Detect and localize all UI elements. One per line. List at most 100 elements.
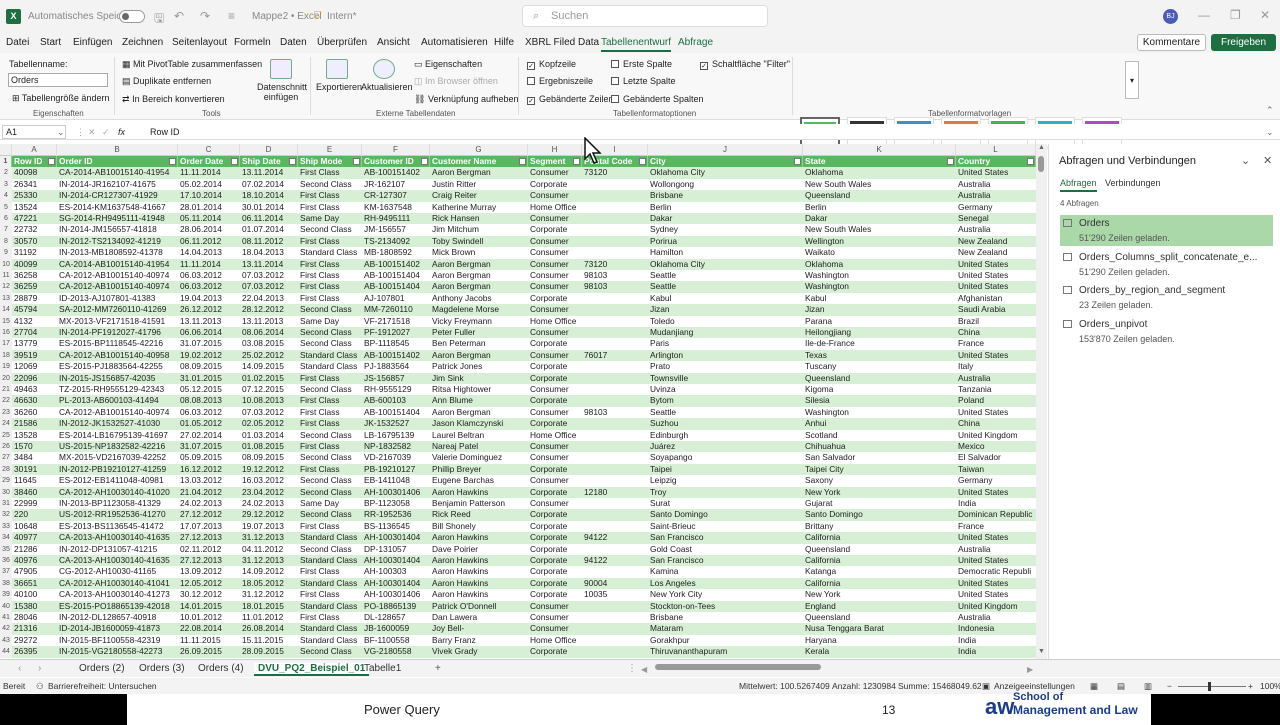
cell[interactable]: Dave Poirier — [430, 544, 528, 555]
header-cell[interactable]: Ship Mode — [298, 156, 362, 168]
accessibility-status[interactable]: Barrierefreiheit: Untersuchen — [48, 681, 157, 691]
cell[interactable]: 18.04.2013 — [240, 247, 298, 258]
cell[interactable]: 19.04.2013 — [178, 293, 240, 304]
slicer-icon[interactable] — [270, 59, 292, 79]
cell[interactable]: 14.09.2012 — [240, 566, 298, 577]
undo-icon[interactable]: ↶ — [174, 9, 184, 23]
row-number[interactable]: 1 — [0, 156, 12, 168]
cell[interactable]: 15380 — [12, 601, 57, 612]
query-item[interactable]: Orders_Columns_split_concatenate_e... 51'… — [1060, 249, 1273, 280]
cell[interactable] — [582, 327, 648, 338]
cell[interactable]: CG-2012-AH10030-41165 — [57, 566, 178, 577]
cell[interactable]: JS-156857 — [362, 373, 430, 384]
cell[interactable]: Ile-de-France — [803, 338, 956, 349]
cell[interactable] — [582, 601, 648, 612]
cell[interactable]: First Class — [298, 202, 362, 213]
cell[interactable]: 25.02.2012 — [240, 350, 298, 361]
cell[interactable]: Suzhou — [648, 418, 803, 429]
cell[interactable]: AH-100303 — [362, 566, 430, 577]
cell[interactable]: Surat — [648, 498, 803, 509]
cell[interactable] — [582, 213, 648, 224]
cell[interactable]: Vicky Freymann — [430, 316, 528, 327]
option-gebaenderte-zeilen[interactable]: ✓ Gebänderte Zeilen — [527, 94, 614, 105]
slicer-label[interactable]: Datenschnitt einfügen — [257, 82, 307, 102]
cell[interactable]: Corporate — [528, 224, 582, 235]
cell[interactable]: LB-16795139 — [362, 430, 430, 441]
add-sheet-icon[interactable]: + — [435, 663, 441, 674]
cell[interactable]: United States — [956, 350, 1036, 361]
cell[interactable]: 05.02.2014 — [178, 179, 240, 190]
cell[interactable]: EB-1411048 — [362, 475, 430, 486]
cell[interactable]: Second Class — [298, 384, 362, 395]
row-number[interactable]: 10 — [0, 258, 12, 270]
cell[interactable]: VG-2180558 — [362, 646, 430, 657]
cell[interactable]: 3484 — [12, 452, 57, 463]
cell[interactable] — [582, 338, 648, 349]
cell[interactable]: MB-1808592 — [362, 247, 430, 258]
cell[interactable]: Seattle — [648, 270, 803, 281]
zoom-in-icon[interactable]: + — [1248, 681, 1253, 691]
cell[interactable]: 06.03.2012 — [178, 407, 240, 418]
cell[interactable]: 31192 — [12, 247, 57, 258]
cell[interactable]: Same Day — [298, 498, 362, 509]
cell[interactable]: 31.01.2015 — [178, 373, 240, 384]
cell[interactable]: United States — [956, 487, 1036, 498]
cell[interactable]: 17.07.2013 — [178, 521, 240, 532]
cell[interactable]: New Zealand — [956, 236, 1036, 247]
column-header-d[interactable]: D — [240, 144, 298, 156]
cell[interactable] — [582, 236, 648, 247]
tab-hilfe[interactable]: Hilfe — [494, 37, 514, 48]
sheet-menu-icon[interactable]: ⋮ — [627, 663, 637, 674]
cell[interactable]: CR-127307 — [362, 190, 430, 201]
sheet-tab-active[interactable]: DVU_PQ2_Beispiel_01 — [254, 663, 370, 676]
cell[interactable]: 06.03.2012 — [178, 281, 240, 292]
cell[interactable]: 15.11.2015 — [240, 635, 298, 646]
cell[interactable]: Consumer — [528, 247, 582, 258]
cell[interactable]: 28.06.2014 — [178, 224, 240, 235]
cell[interactable]: KM-1637548 — [362, 202, 430, 213]
cell[interactable]: 47905 — [12, 566, 57, 577]
filter-dropdown-icon[interactable] — [289, 158, 296, 165]
cell[interactable]: New Zealand — [956, 247, 1036, 258]
cell[interactable]: El Salvador — [956, 452, 1036, 463]
cell[interactable]: Oklahoma City — [648, 259, 803, 270]
tab-tabellenentwurf[interactable]: Tabellenentwurf — [601, 37, 672, 52]
cell[interactable]: New York — [803, 589, 956, 600]
cell[interactable]: Corporate — [528, 646, 582, 657]
unlink-button[interactable]: ⛓ Verknüpfung aufheben — [414, 94, 519, 105]
cell[interactable]: Corporate — [528, 521, 582, 532]
cell[interactable]: 13.11.2014 — [240, 167, 298, 178]
cell[interactable]: 21.04.2012 — [178, 487, 240, 498]
cell[interactable]: AH-100301404 — [362, 532, 430, 543]
cell[interactable]: TZ-2015-RH9555129-42343 — [57, 384, 178, 395]
cell[interactable]: 40100 — [12, 589, 57, 600]
row-number[interactable]: 27 — [0, 452, 12, 464]
row-number[interactable]: 38 — [0, 577, 12, 590]
column-header-j[interactable]: J — [648, 144, 803, 156]
cell[interactable]: CA-2014-AB10015140-41954 — [57, 259, 178, 270]
cell[interactable]: 16.03.2012 — [240, 475, 298, 486]
cell[interactable]: 46630 — [12, 395, 57, 406]
cell[interactable]: India — [956, 635, 1036, 646]
header-cell[interactable]: Segment — [528, 156, 582, 168]
cell[interactable]: CA-2012-AB10015140-40958 — [57, 350, 178, 361]
cell[interactable]: United States — [956, 407, 1036, 418]
cell[interactable] — [582, 361, 648, 372]
cell[interactable]: Townsville — [648, 373, 803, 384]
cell[interactable]: China — [956, 327, 1036, 338]
cell[interactable]: US-2015-NP1832582-42216 — [57, 441, 178, 452]
scroll-up-icon[interactable]: ▲ — [1038, 144, 1045, 151]
cell[interactable]: 30.01.2014 — [240, 202, 298, 213]
cell[interactable]: Consumer — [528, 475, 582, 486]
cell[interactable]: PF-1912027 — [362, 327, 430, 338]
cell[interactable]: 02.05.2012 — [240, 418, 298, 429]
cell[interactable]: CA-2012-AH10030140-41041 — [57, 578, 178, 589]
cell[interactable]: Anthony Jacobs — [430, 293, 528, 304]
cell[interactable]: New South Wales — [803, 224, 956, 235]
cell[interactable]: Tanzania — [956, 384, 1036, 395]
cell[interactable]: 1570 — [12, 441, 57, 452]
cell[interactable]: Standard Class — [298, 532, 362, 543]
cell[interactable]: PB-19210127 — [362, 464, 430, 475]
cell[interactable]: Second Class — [298, 544, 362, 555]
column-header-l[interactable]: L — [956, 144, 1036, 156]
